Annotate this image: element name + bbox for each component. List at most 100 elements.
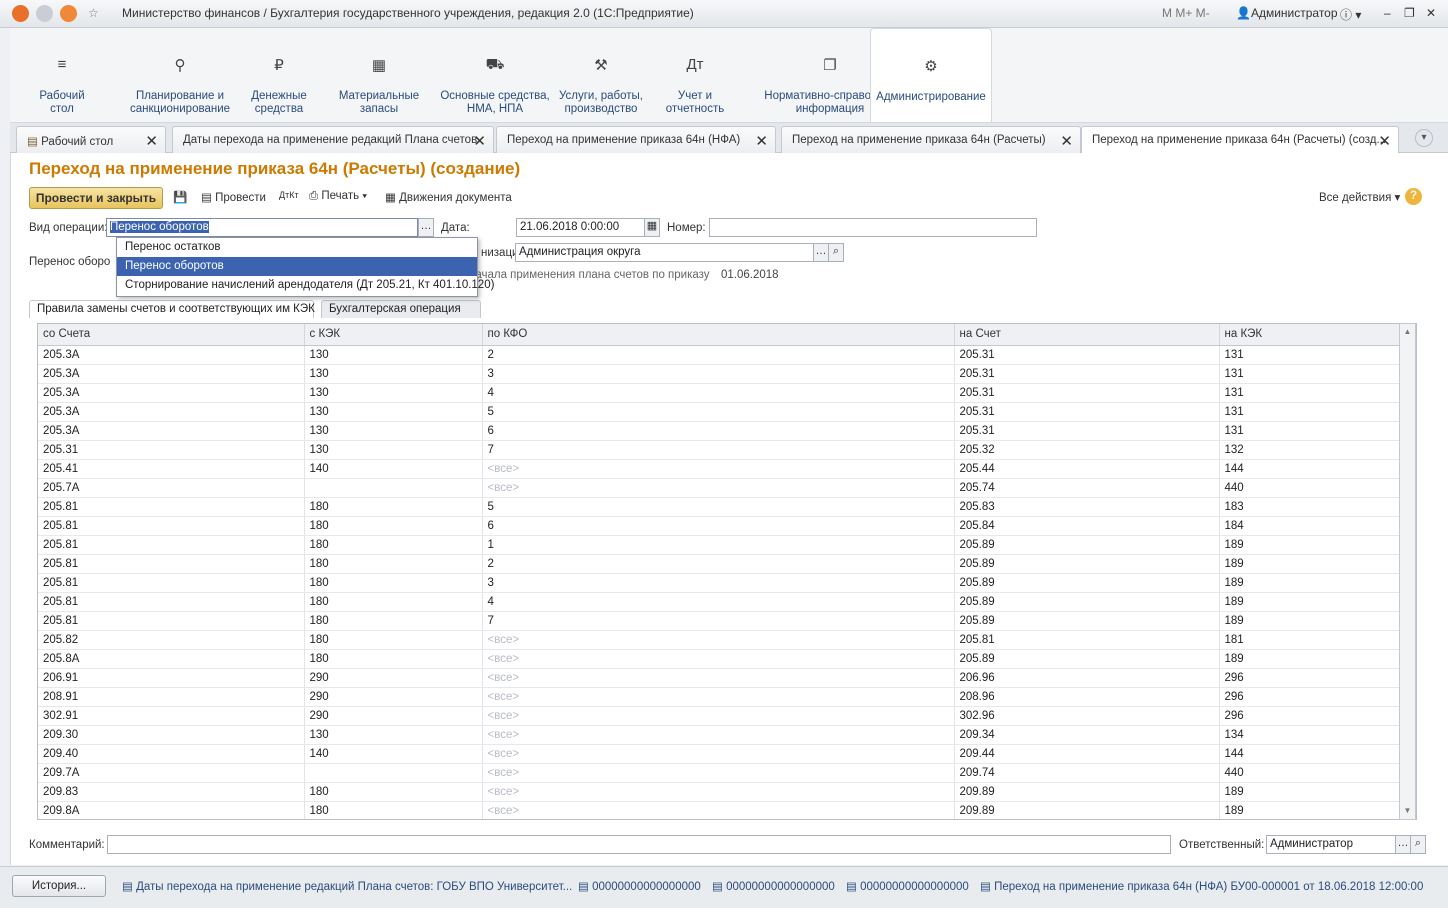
- table-cell[interactable]: 205.3А: [38, 402, 305, 422]
- table-cell[interactable]: 183: [1219, 497, 1401, 517]
- op-type-choose-button[interactable]: …: [418, 218, 434, 237]
- table-cell[interactable]: 1: [482, 535, 955, 555]
- memory-icons[interactable]: M M+ M-: [1162, 6, 1210, 20]
- table-cell[interactable]: 205.31: [38, 440, 305, 460]
- close-window-icon[interactable]: ✕: [1426, 6, 1436, 20]
- table-cell[interactable]: 205.32: [954, 440, 1220, 460]
- table-cell[interactable]: 134: [1219, 725, 1401, 745]
- table-cell[interactable]: 205.89: [954, 611, 1220, 631]
- table-row[interactable]: 205.81 180 4 205.89 189: [38, 592, 1401, 612]
- table-cell[interactable]: 290: [304, 668, 483, 688]
- table-cell[interactable]: 209.30: [38, 725, 305, 745]
- table-cell[interactable]: <все>: [482, 725, 955, 745]
- table-cell[interactable]: 205.3А: [38, 364, 305, 384]
- table-cell[interactable]: 205.41: [38, 459, 305, 479]
- table-cell[interactable]: 205.3А: [38, 345, 305, 365]
- table-cell[interactable]: 180: [304, 611, 483, 631]
- table-cell[interactable]: 181: [1219, 630, 1401, 650]
- history-link-1[interactable]: ▤ Даты перехода на применение редакций П…: [122, 879, 572, 893]
- history-link-3[interactable]: ▤ 00000000000000000: [712, 879, 835, 893]
- table-cell[interactable]: 180: [304, 497, 483, 517]
- table-cell[interactable]: 206.91: [38, 668, 305, 688]
- table-cell[interactable]: 140: [304, 459, 483, 479]
- table-cell[interactable]: 189: [1219, 535, 1401, 555]
- table-row[interactable]: 209.7А <все> 209.74 440: [38, 763, 1401, 783]
- table-cell[interactable]: <все>: [482, 687, 955, 707]
- table-cell[interactable]: 302.91: [38, 706, 305, 726]
- table-cell[interactable]: 205.81: [38, 535, 305, 555]
- table-cell[interactable]: 130: [304, 364, 483, 384]
- table-cell[interactable]: 180: [304, 592, 483, 612]
- table-cell[interactable]: 180: [304, 630, 483, 650]
- table-cell[interactable]: 205.81: [954, 630, 1220, 650]
- table-row[interactable]: 205.41 140 <все> 205.44 144: [38, 459, 1401, 479]
- table-cell[interactable]: 140: [304, 744, 483, 764]
- favorites-star-icon[interactable]: ☆: [88, 6, 99, 20]
- table-cell[interactable]: 6: [482, 516, 955, 536]
- grid-scrollbar[interactable]: ▲ ▼: [1399, 323, 1416, 820]
- table-cell[interactable]: 130: [304, 383, 483, 403]
- table-cell[interactable]: [304, 763, 483, 783]
- table-cell[interactable]: 209.74: [954, 763, 1220, 783]
- table-row[interactable]: 205.81 180 6 205.84 184: [38, 516, 1401, 536]
- column-header[interactable]: на Счет: [954, 324, 1220, 346]
- org-choose-button[interactable]: …: [813, 243, 829, 262]
- tab-settlements-create[interactable]: Переход на применение приказа 64н (Расче…: [1081, 126, 1399, 154]
- table-cell[interactable]: 205.89: [954, 554, 1220, 574]
- table-row[interactable]: 208.91 290 <все> 208.96 296: [38, 687, 1401, 707]
- table-row[interactable]: 209.83 180 <все> 209.89 189: [38, 782, 1401, 802]
- table-row[interactable]: 205.3А 130 6 205.31 131: [38, 421, 1401, 441]
- column-header[interactable]: по КФО: [482, 324, 955, 346]
- table-cell[interactable]: 209.89: [954, 801, 1220, 819]
- table-row[interactable]: 205.81 180 1 205.89 189: [38, 535, 1401, 555]
- table-row[interactable]: 205.82 180 <все> 205.81 181: [38, 630, 1401, 650]
- table-row[interactable]: 205.3А 130 2 205.31 131: [38, 345, 1401, 365]
- table-cell[interactable]: 290: [304, 706, 483, 726]
- table-cell[interactable]: 205.89: [954, 592, 1220, 612]
- table-cell[interactable]: 189: [1219, 801, 1401, 819]
- history-link-4[interactable]: ▤ 00000000000000000: [846, 879, 969, 893]
- table-cell[interactable]: 131: [1219, 421, 1401, 441]
- table-cell[interactable]: 209.89: [954, 782, 1220, 802]
- table-cell[interactable]: 130: [304, 440, 483, 460]
- table-cell[interactable]: 205.7А: [38, 478, 305, 498]
- responsible-choose-button[interactable]: …: [1395, 835, 1411, 854]
- table-cell[interactable]: <все>: [482, 706, 955, 726]
- table-cell[interactable]: 206.96: [954, 668, 1220, 688]
- table-cell[interactable]: 205.89: [954, 535, 1220, 555]
- info-icon[interactable]: ⓘ ▾: [1340, 6, 1361, 23]
- table-cell[interactable]: 209.8А: [38, 801, 305, 819]
- table-cell[interactable]: 209.34: [954, 725, 1220, 745]
- table-cell[interactable]: 131: [1219, 345, 1401, 365]
- table-cell[interactable]: 3: [482, 364, 955, 384]
- close-icon[interactable]: ✕: [473, 132, 486, 150]
- table-row[interactable]: 205.31 130 7 205.32 132: [38, 440, 1401, 460]
- table-cell[interactable]: 131: [1219, 402, 1401, 422]
- table-row[interactable]: 209.30 130 <все> 209.34 134: [38, 725, 1401, 745]
- table-cell[interactable]: 205.89: [954, 649, 1220, 669]
- table-cell[interactable]: 131: [1219, 383, 1401, 403]
- calendar-icon[interactable]: ▦: [644, 218, 660, 237]
- table-cell[interactable]: 205.31: [954, 383, 1220, 403]
- table-row[interactable]: 205.81 180 5 205.83 183: [38, 497, 1401, 517]
- table-cell[interactable]: <все>: [482, 763, 955, 783]
- table-cell[interactable]: <все>: [482, 478, 955, 498]
- history-button[interactable]: История...: [12, 875, 106, 897]
- tab-settlements[interactable]: Переход на применение приказа 64н (Расче…: [781, 126, 1081, 153]
- option-reversal[interactable]: Сторнирование начислений арендодателя (Д…: [117, 276, 494, 295]
- table-cell[interactable]: 5: [482, 402, 955, 422]
- table-cell[interactable]: 6: [482, 421, 955, 441]
- table-row[interactable]: 205.3А 130 4 205.31 131: [38, 383, 1401, 403]
- table-cell[interactable]: 205.31: [954, 402, 1220, 422]
- minimize-icon[interactable]: –: [1384, 6, 1391, 20]
- table-cell[interactable]: 205.81: [38, 573, 305, 593]
- app-logo-icon[interactable]: [12, 5, 29, 22]
- table-cell[interactable]: 205.8А: [38, 649, 305, 669]
- op-type-field[interactable]: Перенос оборотов: [106, 218, 418, 237]
- table-cell[interactable]: 209.40: [38, 744, 305, 764]
- section-planning[interactable]: ⚲ Планирование и санкционирование: [110, 28, 250, 122]
- table-row[interactable]: 209.40 140 <все> 209.44 144: [38, 744, 1401, 764]
- table-cell[interactable]: 209.83: [38, 782, 305, 802]
- table-cell[interactable]: <все>: [482, 668, 955, 688]
- table-cell[interactable]: 209.7А: [38, 763, 305, 783]
